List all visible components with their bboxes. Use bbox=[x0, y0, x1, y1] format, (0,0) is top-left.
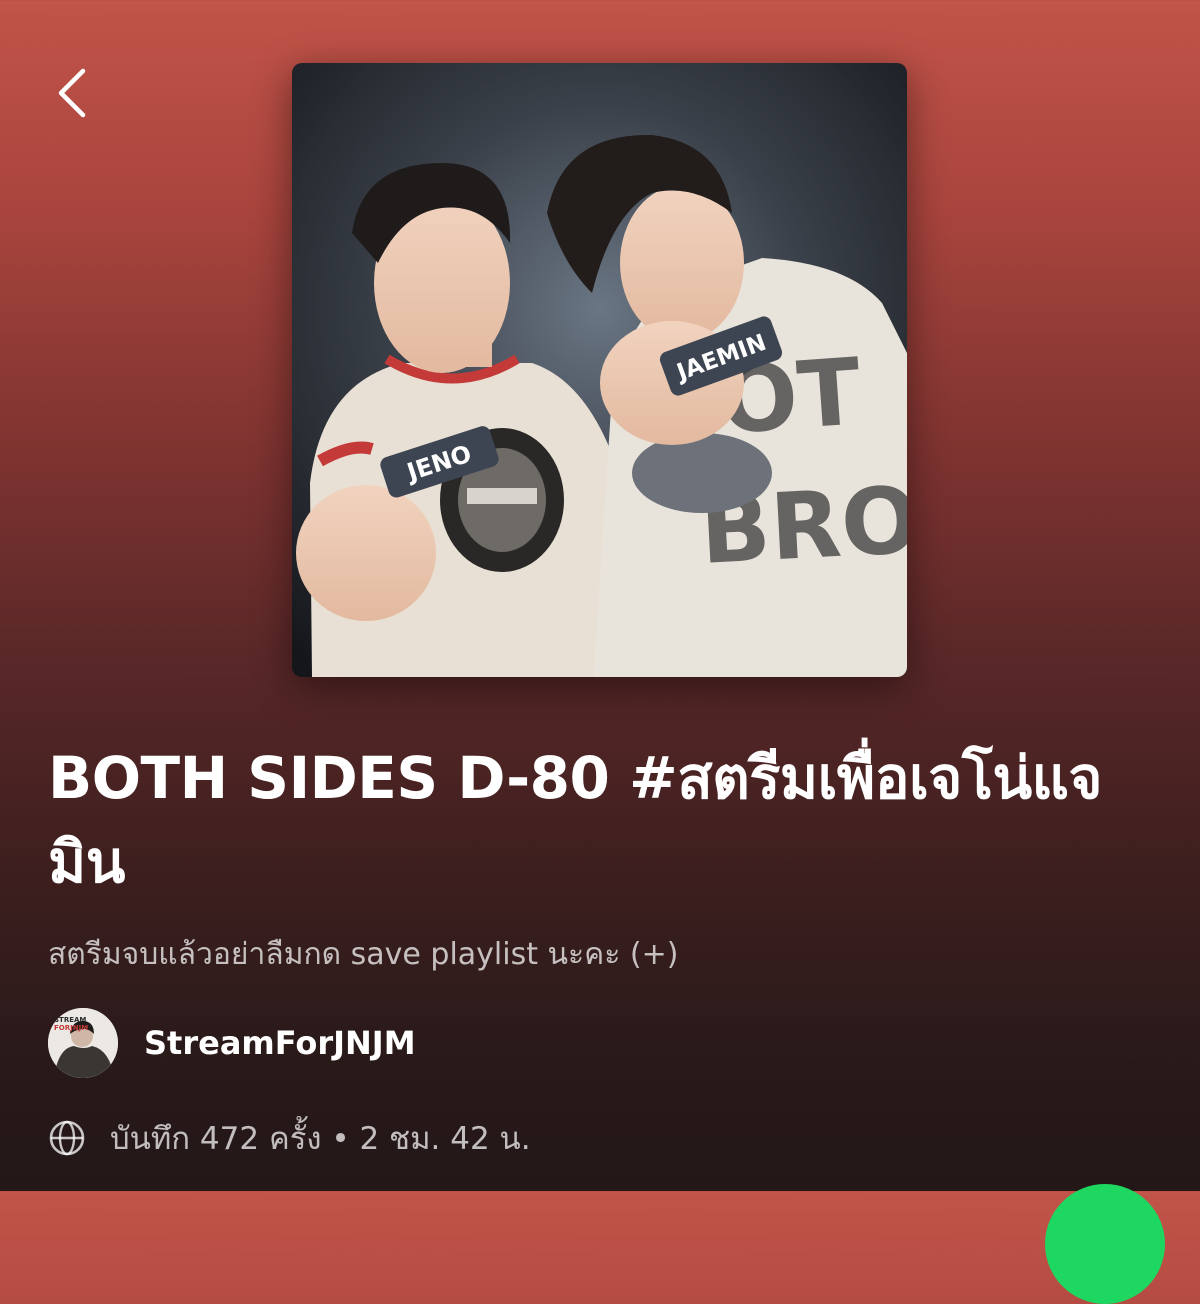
svg-text:STREAM: STREAM bbox=[54, 1016, 86, 1024]
owner-name[interactable]: StreamForJNJM bbox=[144, 1024, 416, 1062]
save-count-duration: บันทึก 472 ครั้ง • 2 ชม. 42 น. bbox=[110, 1121, 531, 1157]
playlist-cover-image: JENO OT BRO JAEMIN bbox=[292, 63, 907, 677]
playlist-meta: บันทึก 472 ครั้ง • 2 ชม. 42 น. bbox=[48, 1112, 531, 1164]
play-button[interactable] bbox=[1045, 1184, 1165, 1304]
owner-row[interactable]: STREAM FORJNJM StreamForJNJM bbox=[48, 1007, 416, 1079]
svg-text:FORJNJM: FORJNJM bbox=[54, 1024, 88, 1032]
playlist-title: BOTH SIDES D-80 #สตรีมเพื่อเจโน่แจมิน bbox=[48, 744, 1103, 896]
playlist-description: สตรีมจบแล้วอย่าลืมกด save playlist นะคะ … bbox=[48, 937, 679, 972]
back-button[interactable] bbox=[44, 62, 100, 124]
avatar[interactable]: STREAM FORJNJM bbox=[48, 1008, 118, 1078]
chevron-left-icon bbox=[58, 68, 86, 118]
globe-icon bbox=[49, 1120, 85, 1156]
